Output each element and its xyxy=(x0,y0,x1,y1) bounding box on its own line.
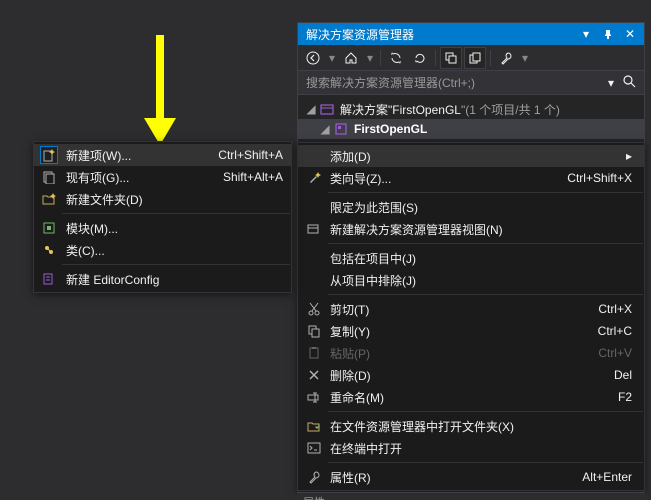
properties-icon[interactable] xyxy=(495,47,517,69)
context-item[interactable]: 包括在项目中(J) xyxy=(298,247,644,269)
solution-icon xyxy=(318,102,336,116)
collapse-all-icon[interactable] xyxy=(440,47,462,69)
context-item[interactable]: 剪切(T)Ctrl+X xyxy=(298,298,644,320)
terminal-icon xyxy=(302,441,326,455)
switch-views-dropdown-icon[interactable]: ▾ xyxy=(364,47,376,69)
pointer-arrow xyxy=(130,30,190,150)
properties-tab[interactable]: 属性 xyxy=(297,492,645,500)
new-folder-icon xyxy=(38,190,60,208)
context-item[interactable]: 添加(D)▸ xyxy=(298,145,644,167)
panel-menu-dropdown-icon[interactable]: ▾ xyxy=(576,24,596,44)
add-submenu: 新建项(W)...Ctrl+Shift+A现有项(G)...Shift+Alt+… xyxy=(33,141,292,293)
show-all-files-icon[interactable] xyxy=(464,47,486,69)
search-input[interactable]: 搜索解决方案资源管理器(Ctrl+;) ▾ xyxy=(298,71,644,95)
menu-item-module[interactable]: 模块(M)... xyxy=(34,217,291,239)
sync-icon[interactable] xyxy=(385,47,407,69)
menu-item-new-folder[interactable]: 新建文件夹(D) xyxy=(34,188,291,210)
close-icon[interactable]: ✕ xyxy=(620,24,640,44)
class-icon xyxy=(38,241,60,259)
module-icon xyxy=(38,219,60,237)
context-item[interactable]: 新建解决方案资源管理器视图(N) xyxy=(298,218,644,240)
menu-item-existing-item[interactable]: 现有项(G)...Shift+Alt+A xyxy=(34,166,291,188)
expand-icon[interactable]: ◢ xyxy=(304,102,318,116)
project-node[interactable]: ◢ FirstOpenGL xyxy=(298,119,644,139)
submenu-arrow-icon: ▸ xyxy=(622,149,632,163)
forward-dropdown-icon[interactable]: ▾ xyxy=(326,47,338,69)
context-item[interactable]: 类向导(Z)...Ctrl+Shift+X xyxy=(298,167,644,189)
context-item[interactable]: 重命名(M)F2 xyxy=(298,386,644,408)
menu-item-new-item[interactable]: 新建项(W)...Ctrl+Shift+A xyxy=(34,144,291,166)
toolbar-dropdown-icon[interactable]: ▾ xyxy=(519,47,531,69)
project-label: FirstOpenGL xyxy=(350,122,427,136)
new-view-icon xyxy=(302,222,326,236)
properties-icon xyxy=(302,470,326,484)
solution-node[interactable]: ◢ 解决方案"FirstOpenGL"(1 个项目/共 1 个) xyxy=(298,99,644,119)
context-item[interactable]: 从项目中排除(J) xyxy=(298,269,644,291)
expand-icon[interactable]: ◢ xyxy=(318,122,332,136)
panel-title: 解决方案资源管理器 xyxy=(306,26,576,43)
menu-item-editorconfig[interactable]: 新建 EditorConfig xyxy=(34,268,291,290)
solution-tree: ◢ 解决方案"FirstOpenGL"(1 个项目/共 1 个) ◢ First… xyxy=(298,95,644,143)
project-icon xyxy=(332,122,350,136)
menu-item-class[interactable]: 类(C)... xyxy=(34,239,291,261)
search-placeholder: 搜索解决方案资源管理器(Ctrl+;) xyxy=(306,74,608,91)
new-item-icon xyxy=(38,146,60,164)
context-item[interactable]: 属性(R)Alt+Enter xyxy=(298,466,644,488)
solution-explorer-panel: 解决方案资源管理器 ▾ ✕ ▾ ▾ ▾ 搜索解决方案资源管理器(Ctrl+;) … xyxy=(297,22,645,144)
cut-icon xyxy=(302,302,326,316)
copy-icon xyxy=(302,324,326,338)
paste-icon xyxy=(302,346,326,360)
pin-icon[interactable] xyxy=(598,24,618,44)
context-item[interactable]: 复制(Y)Ctrl+C xyxy=(298,320,644,342)
home-icon[interactable] xyxy=(340,47,362,69)
context-item: 粘贴(P)Ctrl+V xyxy=(298,342,644,364)
delete-icon xyxy=(302,368,326,382)
existing-item-icon xyxy=(38,168,60,186)
open-folder-icon xyxy=(302,419,326,433)
refresh-icon[interactable] xyxy=(409,47,431,69)
search-dropdown-icon[interactable]: ▾ xyxy=(608,76,622,90)
context-item[interactable]: 在终端中打开 xyxy=(298,437,644,459)
back-icon[interactable] xyxy=(302,47,324,69)
panel-titlebar: 解决方案资源管理器 ▾ ✕ xyxy=(298,23,644,45)
context-item[interactable]: 删除(D)Del xyxy=(298,364,644,386)
rename-icon xyxy=(302,390,326,404)
search-icon[interactable] xyxy=(622,74,640,91)
context-item[interactable]: 在文件资源管理器中打开文件夹(X) xyxy=(298,415,644,437)
wizard-icon xyxy=(302,171,326,185)
project-context-menu: 添加(D)▸类向导(Z)...Ctrl+Shift+X 限定为此范围(S)新建解决… xyxy=(297,142,645,491)
context-item[interactable]: 限定为此范围(S) xyxy=(298,196,644,218)
panel-toolbar: ▾ ▾ ▾ xyxy=(298,45,644,71)
editorconfig-icon xyxy=(38,270,60,288)
